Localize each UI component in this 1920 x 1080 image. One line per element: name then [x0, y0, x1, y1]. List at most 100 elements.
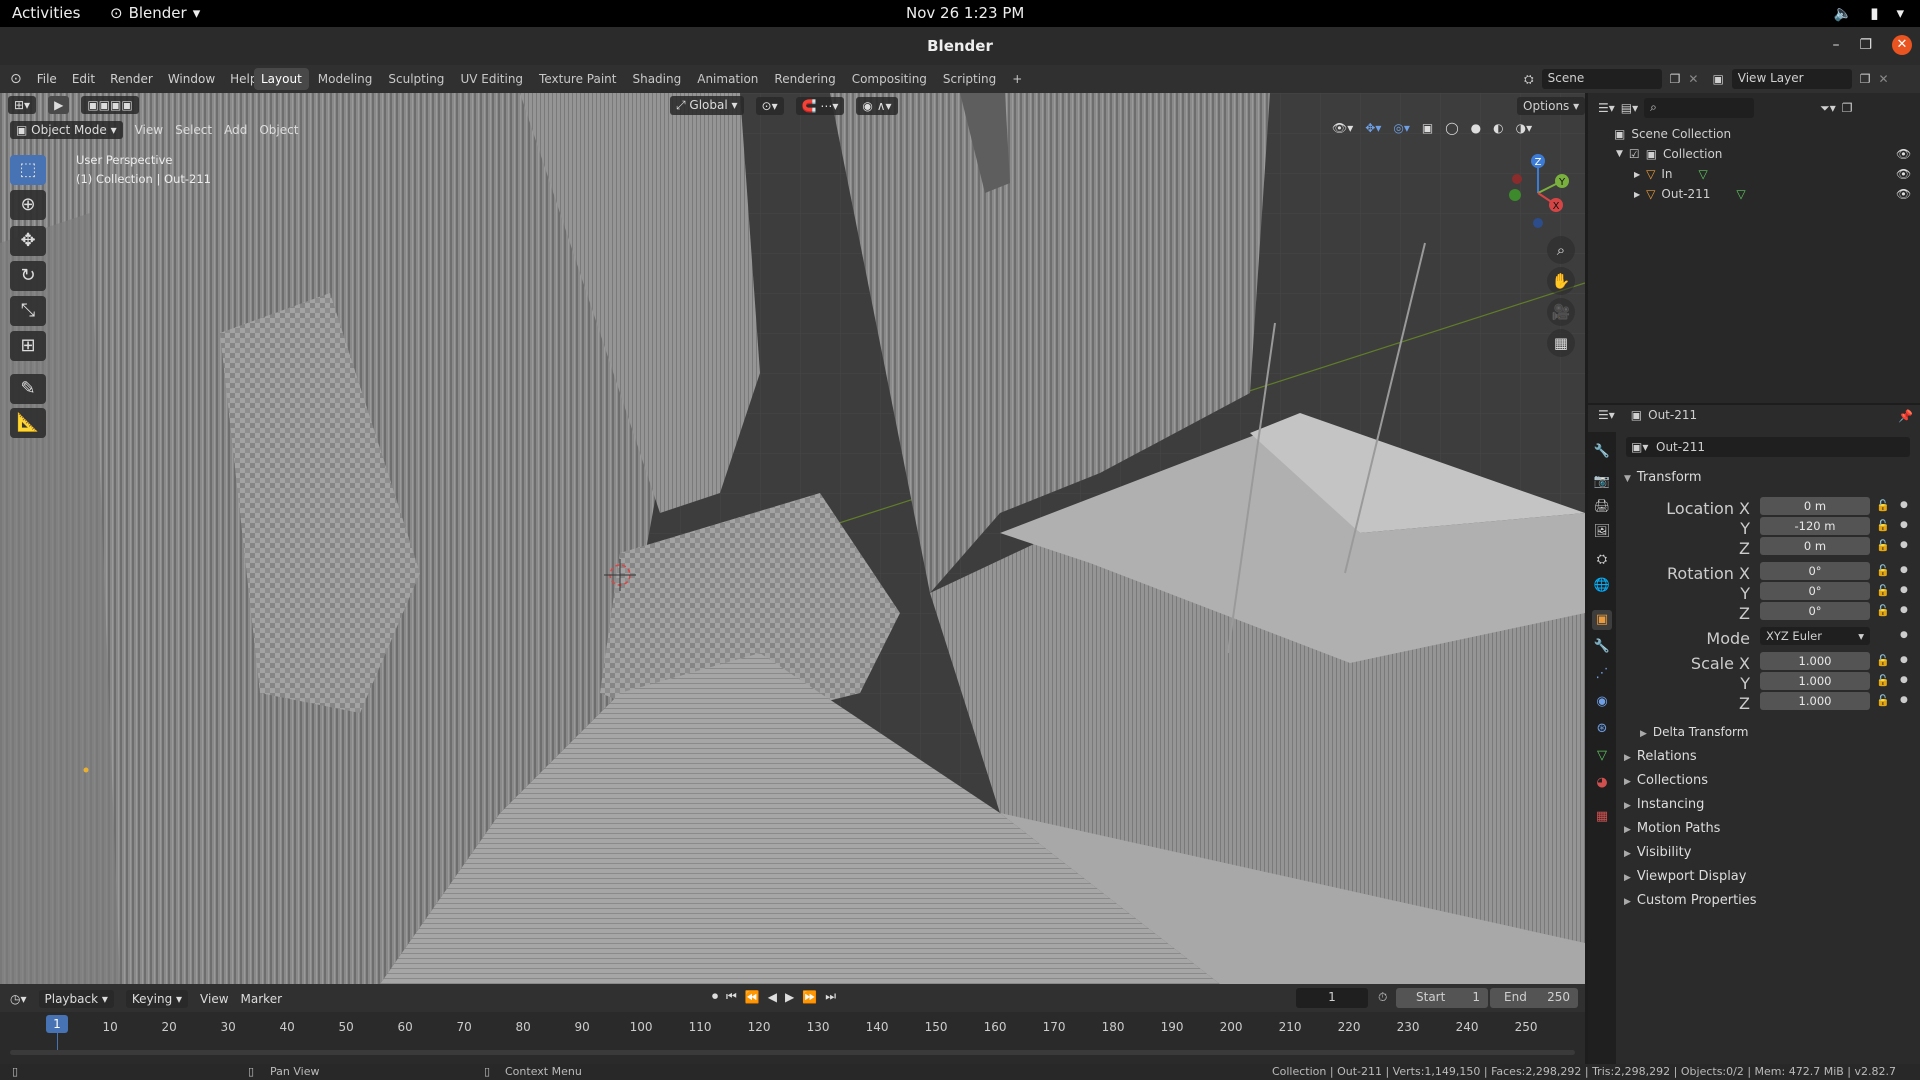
lock-icon[interactable]: 🔓	[1876, 584, 1890, 597]
tab-layout[interactable]: Layout	[254, 68, 309, 90]
rotation-z-field[interactable]: 0°	[1760, 602, 1870, 620]
xray-icon[interactable]: ▣	[1422, 121, 1433, 135]
rotation-x-field[interactable]: 0°	[1760, 562, 1870, 580]
navigation-gizmo[interactable]: Z Y X	[1498, 153, 1578, 233]
outliner-object-in[interactable]: ▶ ▽ In ▽	[1634, 167, 1708, 181]
current-frame-field[interactable]: 1	[1296, 988, 1368, 1008]
rotate-tool[interactable]: ↻	[10, 261, 46, 291]
scale-z-field[interactable]: 1.000	[1760, 692, 1870, 710]
checkbox-icon[interactable]: ☑	[1629, 147, 1640, 161]
object-datablock-icon[interactable]: ▣▾	[1631, 440, 1648, 454]
visibility-icon[interactable]: 👁▾	[1332, 121, 1353, 135]
instancing-panel[interactable]: ▶ Instancing	[1624, 797, 1704, 812]
selection-modes-icon[interactable]: ▣▣▣▣	[81, 96, 139, 114]
overlay-toggle-icon[interactable]: ◎▾	[1393, 121, 1410, 135]
pan-hand-icon[interactable]: ✋	[1547, 267, 1575, 295]
scene-tab-icon[interactable]: ⛭	[1592, 550, 1612, 570]
tab-rendering[interactable]: Rendering	[767, 68, 842, 90]
constraints-tab-icon[interactable]: ⊛	[1592, 719, 1612, 739]
editor-type-icon[interactable]: ⊞▾	[8, 96, 37, 114]
lock-icon[interactable]: 🔓	[1876, 654, 1890, 667]
proportional-edit-icon[interactable]: ◉ ∧▾	[856, 96, 898, 115]
material-shading-icon[interactable]: ◐	[1493, 121, 1503, 135]
zoom-icon[interactable]: ⌕	[1547, 236, 1575, 264]
location-x-field[interactable]: 0 m	[1760, 497, 1870, 515]
tool-tab-icon[interactable]: 🔧	[1592, 442, 1612, 462]
delete-view-layer-icon[interactable]: ✕	[1879, 72, 1889, 86]
playhead[interactable]: 1	[46, 1015, 68, 1033]
outliner-object-out-211[interactable]: ▶ ▽ Out-211 ▽	[1634, 187, 1746, 201]
close-icon[interactable]: ✕	[1892, 35, 1912, 55]
transform-tool[interactable]: ⊞	[10, 331, 46, 361]
app-menu[interactable]: ⊙ Blender ▾	[110, 4, 200, 22]
relations-panel[interactable]: ▶ Relations	[1624, 749, 1697, 764]
scale-y-field[interactable]: 1.000	[1760, 672, 1870, 690]
location-z-field[interactable]: 0 m	[1760, 537, 1870, 555]
play-icon[interactable]: ▶	[785, 990, 794, 1004]
measure-tool[interactable]: 📐	[10, 408, 46, 438]
tab-compositing[interactable]: Compositing	[845, 68, 934, 90]
display-mode-icon[interactable]: ▤▾	[1621, 101, 1638, 115]
lock-icon[interactable]: 🔓	[1876, 674, 1890, 687]
transform-panel-header[interactable]: ▼ Transform	[1624, 470, 1702, 485]
select-mode-icon[interactable]: ▶	[48, 96, 70, 114]
jump-start-icon[interactable]: ⏮	[726, 989, 737, 1004]
scene-field[interactable]: Scene	[1541, 69, 1662, 89]
scene-icon[interactable]: ⛭	[1524, 72, 1534, 87]
custom-properties-panel[interactable]: ▶ Custom Properties	[1624, 893, 1757, 908]
pivot-icon[interactable]: ⊙▾	[755, 96, 784, 115]
keyframe-dot-icon[interactable]: ●	[1900, 605, 1908, 615]
tab-uv-editing[interactable]: UV Editing	[453, 68, 530, 90]
keyframe-dot-icon[interactable]: ●	[1900, 695, 1908, 705]
new-collection-icon[interactable]: ❐	[1842, 101, 1853, 115]
viewport-display-panel[interactable]: ▶ Viewport Display	[1624, 869, 1746, 884]
delete-scene-icon[interactable]: ✕	[1688, 72, 1698, 86]
keyframe-dot-icon[interactable]: ●	[1900, 565, 1908, 575]
3d-viewport[interactable]: User Perspective (1) Collection | Out-21…	[0, 93, 1585, 984]
outliner-collection[interactable]: ▼ ☑ ▣ Collection	[1616, 147, 1722, 161]
orientation-dropdown[interactable]: ⤢ Global ▾	[670, 96, 744, 115]
data-tab-icon[interactable]: ▽	[1592, 746, 1612, 766]
expand-icon[interactable]: ▼	[1616, 149, 1623, 159]
collection-visibility-icon[interactable]: 👁	[1896, 147, 1911, 161]
tab-animation[interactable]: Animation	[690, 68, 765, 90]
tab-sculpting[interactable]: Sculpting	[381, 68, 451, 90]
object-name-field[interactable]: Out-211	[1626, 437, 1910, 457]
solid-shading-icon[interactable]: ●	[1471, 121, 1481, 135]
snap-icon[interactable]: 🧲 ⋯▾	[795, 96, 845, 115]
editor-type-icon[interactable]: ☰▾	[1598, 408, 1615, 422]
tab-modeling[interactable]: Modeling	[311, 68, 380, 90]
add-workspace-icon[interactable]: +	[1005, 68, 1029, 90]
object-visibility-icon[interactable]: 👁	[1896, 167, 1911, 181]
annotate-tool[interactable]: ✎	[10, 374, 46, 404]
particles-tab-icon[interactable]: ⋰	[1592, 664, 1612, 684]
render-tab-icon[interactable]: 📷	[1592, 472, 1612, 492]
tab-texture-paint[interactable]: Texture Paint	[532, 68, 623, 90]
lock-icon[interactable]: 🔓	[1876, 694, 1890, 707]
lock-icon[interactable]: 🔓	[1876, 539, 1890, 552]
outliner-scene-collection[interactable]: ▣ Scene Collection	[1614, 127, 1731, 141]
visibility-panel[interactable]: ▶ Visibility	[1624, 845, 1691, 860]
keyframe-dot-icon[interactable]: ●	[1900, 655, 1908, 665]
volume-icon[interactable]: 🔈	[1834, 4, 1853, 22]
end-frame-field[interactable]: End 250	[1490, 988, 1578, 1008]
menu-edit[interactable]: Edit	[72, 72, 95, 86]
next-keyframe-icon[interactable]: ⏩	[802, 990, 817, 1004]
keyframe-dot-icon[interactable]: ●	[1900, 540, 1908, 550]
rotation-mode-dropdown[interactable]: XYZ Euler ▾	[1760, 627, 1870, 645]
clock-icon[interactable]: ⏱	[1378, 990, 1387, 1005]
tab-shading[interactable]: Shading	[625, 68, 688, 90]
gizmo-toggle-icon[interactable]: ✥▾	[1365, 121, 1381, 135]
clock[interactable]: Nov 26 1:23 PM	[906, 4, 1024, 22]
tab-scripting[interactable]: Scripting	[936, 68, 1003, 90]
menu-render[interactable]: Render	[110, 72, 153, 86]
system-tray[interactable]: 🔈 ▮ ▾	[1834, 4, 1904, 22]
cursor-tool[interactable]: ⊕	[10, 190, 46, 220]
texture-tab-icon[interactable]: ▦	[1592, 807, 1612, 827]
scale-tool[interactable]: ⤡	[10, 296, 46, 326]
view-layer-tab-icon[interactable]: 🖼	[1592, 522, 1612, 542]
menu-marker[interactable]: Marker	[241, 992, 282, 1006]
wireframe-shading-icon[interactable]: ◯	[1445, 121, 1458, 135]
play-reverse-icon[interactable]: ◀	[768, 990, 777, 1004]
object-visibility-icon[interactable]: 👁	[1896, 187, 1911, 201]
